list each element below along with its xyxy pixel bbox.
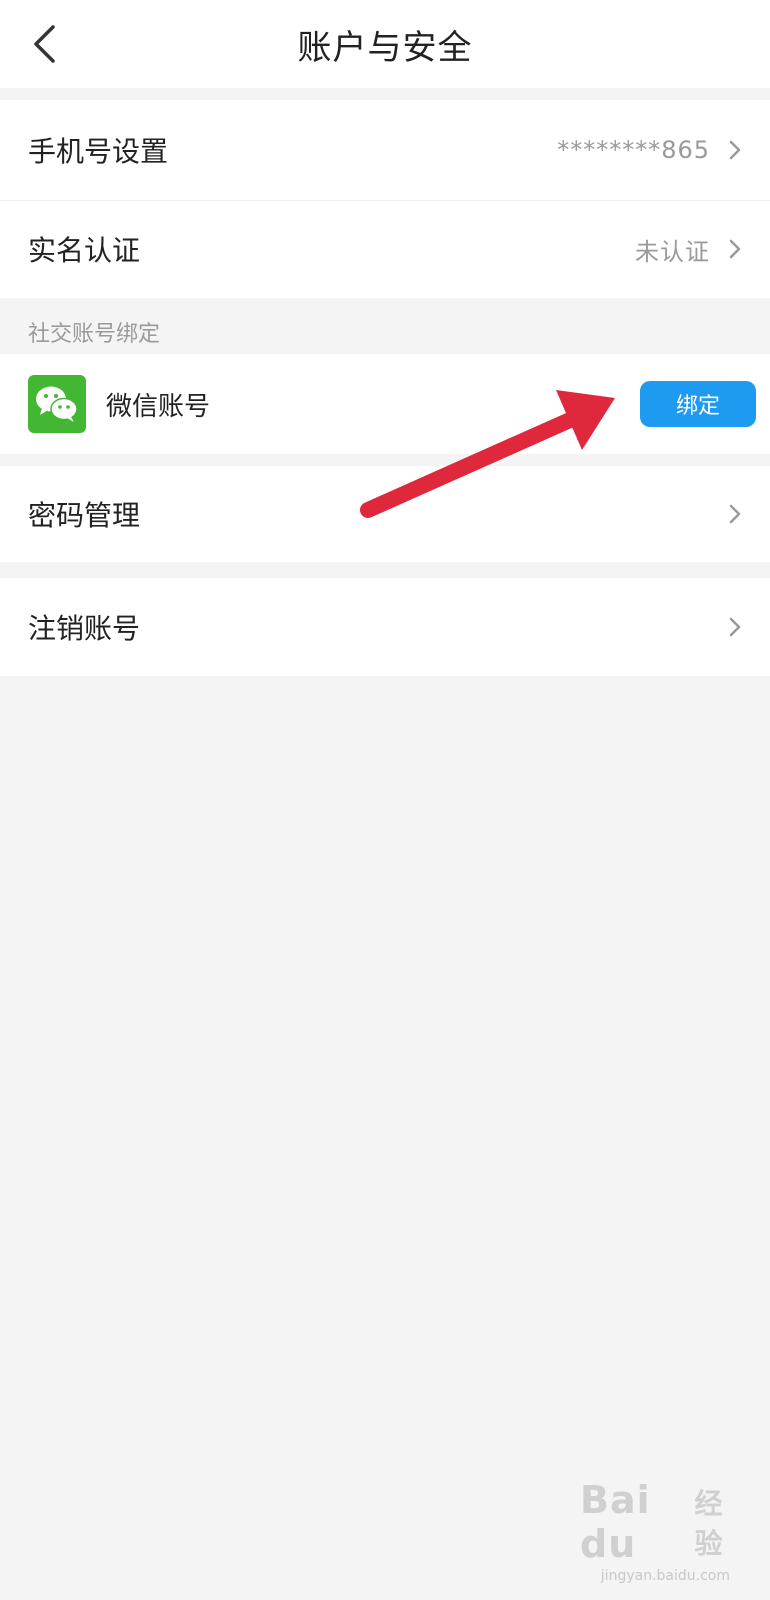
watermark-suffix: 经验 (694, 1487, 724, 1560)
account-info-group: 手机号设置 ********865 实名认证 未认证 (0, 100, 770, 298)
chevron-left-icon (34, 25, 55, 63)
deregister-account-label: 注销账号 (28, 612, 141, 645)
phone-number-value: ********865 (557, 136, 710, 164)
baidu-jingyan-watermark: Bai du 经验 jingyan.baidu.com (580, 1478, 740, 1584)
phone-setting-label: 手机号设置 (28, 135, 169, 168)
deregister-group: 注销账号 (0, 578, 770, 676)
nav-header: 账户与安全 (0, 0, 770, 88)
watermark-logo: Bai du 经验 (580, 1478, 740, 1566)
watermark-brand: Bai du (580, 1478, 651, 1566)
realname-auth-row[interactable]: 实名认证 未认证 (0, 200, 770, 298)
chevron-right-icon (728, 503, 742, 525)
chevron-right-icon (728, 139, 742, 161)
bind-wechat-button[interactable]: 绑定 (640, 381, 756, 427)
wechat-logo-icon (28, 375, 86, 433)
page-title: 账户与安全 (297, 27, 473, 68)
realname-status-value: 未认证 (635, 237, 710, 266)
phone-setting-row[interactable]: 手机号设置 ********865 (0, 100, 770, 200)
chevron-right-icon (728, 238, 742, 260)
password-group: 密码管理 (0, 466, 770, 562)
wechat-account-row: 微信账号 绑定 (0, 354, 770, 454)
password-manage-row[interactable]: 密码管理 (0, 466, 770, 562)
wechat-account-label: 微信账号 (106, 391, 211, 422)
chevron-right-icon (728, 616, 742, 638)
social-section-title: 社交账号绑定 (28, 322, 161, 347)
back-button[interactable] (22, 18, 66, 70)
password-manage-label: 密码管理 (28, 499, 141, 532)
social-binding-group: 微信账号 绑定 (0, 354, 770, 454)
watermark-url: jingyan.baidu.com (600, 1568, 730, 1584)
deregister-account-row[interactable]: 注销账号 (0, 578, 770, 676)
realname-auth-label: 实名认证 (28, 234, 141, 267)
